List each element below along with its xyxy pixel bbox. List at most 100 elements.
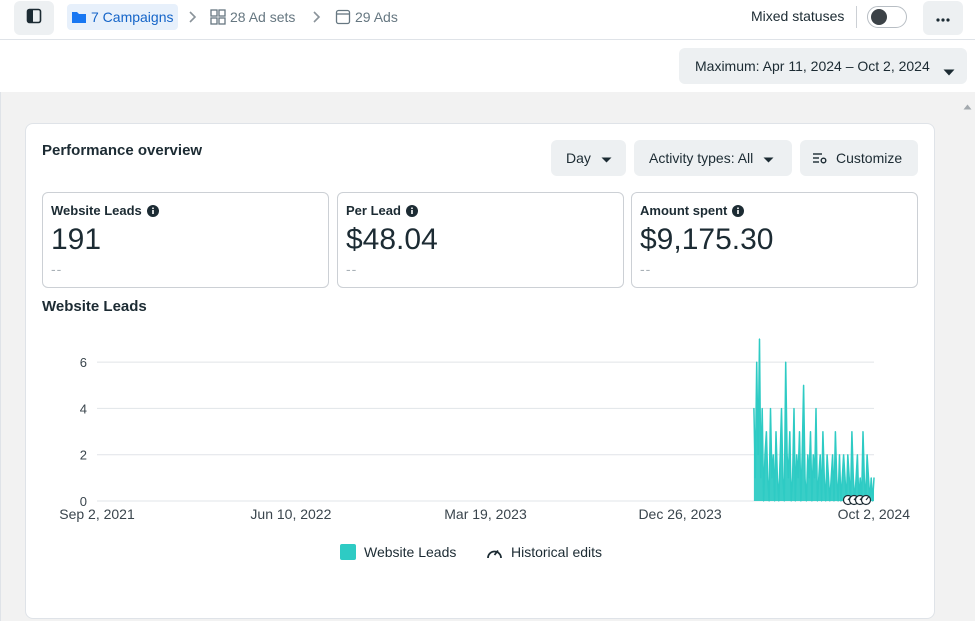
legend-label: Historical edits [511,544,603,560]
data-point [866,454,868,456]
data-point [758,338,761,340]
toggle-sidebar-button[interactable] [14,1,54,35]
breadcrumb-ads[interactable]: 29 Ads [335,4,398,30]
data-point [844,477,846,479]
data-point [816,500,819,502]
date-range-bar: Maximum: Apr 11, 2024 – Oct 2, 2024 [0,40,975,92]
toggle-knob [871,9,887,25]
x-axis-ticks: Sep 2, 2021 Jun 10, 2022 Mar 19, 2023 Dec 2… [59,506,910,522]
data-point [862,430,864,433]
data-point [859,477,861,479]
data-point [797,477,799,479]
data-point [753,407,755,410]
legend-item-website-leads[interactable]: Website Leads [340,544,456,560]
data-point [872,500,874,502]
data-point [807,454,809,456]
data-point [852,477,854,479]
legend-item-historical-edits[interactable]: Historical edits [486,544,602,560]
ad-page-icon [335,9,351,25]
data-point [825,500,827,502]
data-point [769,407,772,410]
data-point [831,454,834,456]
data-point [838,454,841,456]
y-axis-ticks: 0246 [80,355,87,509]
data-point [823,477,825,479]
data-point [768,500,770,502]
more-icon [936,9,950,27]
data-point [764,454,766,456]
x-tick-label: Mar 19, 2023 [444,506,527,522]
data-point [841,477,843,479]
top-toolbar: 7 Campaigns 28 Ad sets 29 Ads Mixed stat… [0,0,975,40]
y-tick-label: 4 [80,401,87,416]
status-toggle[interactable] [867,6,907,28]
data-point [851,430,853,433]
data-point [786,454,788,456]
chart-series [753,338,875,502]
date-range-button[interactable]: Maximum: Apr 11, 2024 – Oct 2, 2024 [679,48,967,84]
historical-edits-markers[interactable] [842,494,872,506]
chevron-right-icon [312,10,322,29]
breadcrumb-ad-sets[interactable]: 28 Ad sets [210,4,295,30]
y-tick-label: 6 [80,355,87,370]
data-point [765,430,767,433]
sidebar-panel-icon [26,8,42,29]
data-point [867,477,870,479]
data-point [782,477,784,479]
data-point [818,477,820,479]
data-point [803,384,805,386]
chevron-right-icon [188,10,198,29]
data-point [774,500,776,502]
data-point [796,454,798,456]
data-point [790,500,792,502]
data-point [801,454,803,456]
data-point [761,407,763,410]
gauge-icon [486,545,503,560]
data-point [848,477,850,479]
data-point [794,500,796,502]
data-point [827,477,830,479]
data-point [804,477,806,479]
data-point [780,407,783,410]
data-point [785,361,787,363]
data-point [847,454,849,456]
data-point [840,500,842,502]
folder-icon [71,10,87,24]
data-point [812,454,814,456]
data-point [800,500,802,502]
data-point [756,361,758,363]
x-tick-label: Sep 2, 2021 [59,506,135,522]
more-options-button[interactable] [923,1,963,35]
caret-down-icon [943,63,955,79]
data-point [855,477,857,479]
legend-swatch [340,544,356,560]
toolbar-divider [856,6,857,28]
data-point [863,477,865,479]
breadcrumb-campaigns[interactable]: 7 Campaigns [67,4,178,30]
data-point [793,407,795,410]
data-point [815,407,817,410]
grid-icon [210,9,226,25]
data-point [760,477,762,479]
historical-edit-marker [860,494,872,506]
scroll-up-icon[interactable] [963,97,972,115]
data-point [836,477,838,479]
data-point [808,477,810,479]
data-point [791,477,794,479]
series-line [753,338,875,502]
data-point [783,500,785,502]
data-point [870,477,872,479]
x-tick-label: Oct 2, 2024 [838,506,911,522]
data-point [762,500,765,502]
data-point [833,500,835,502]
data-point [811,500,813,502]
data-point [789,430,791,433]
data-point [787,477,790,479]
data-point [819,454,821,456]
vertical-scrollbar[interactable] [961,92,975,621]
website-leads-chart: 0246 Sep 2, 2021 Jun 10, 2022 Mar 19, 2023… [59,338,910,522]
breadcrumb-ads-label: 29 Ads [355,9,398,25]
data-point [775,430,777,433]
data-point [771,477,773,479]
date-range-label: Maximum: Apr 11, 2024 – Oct 2, 2024 [695,58,930,74]
